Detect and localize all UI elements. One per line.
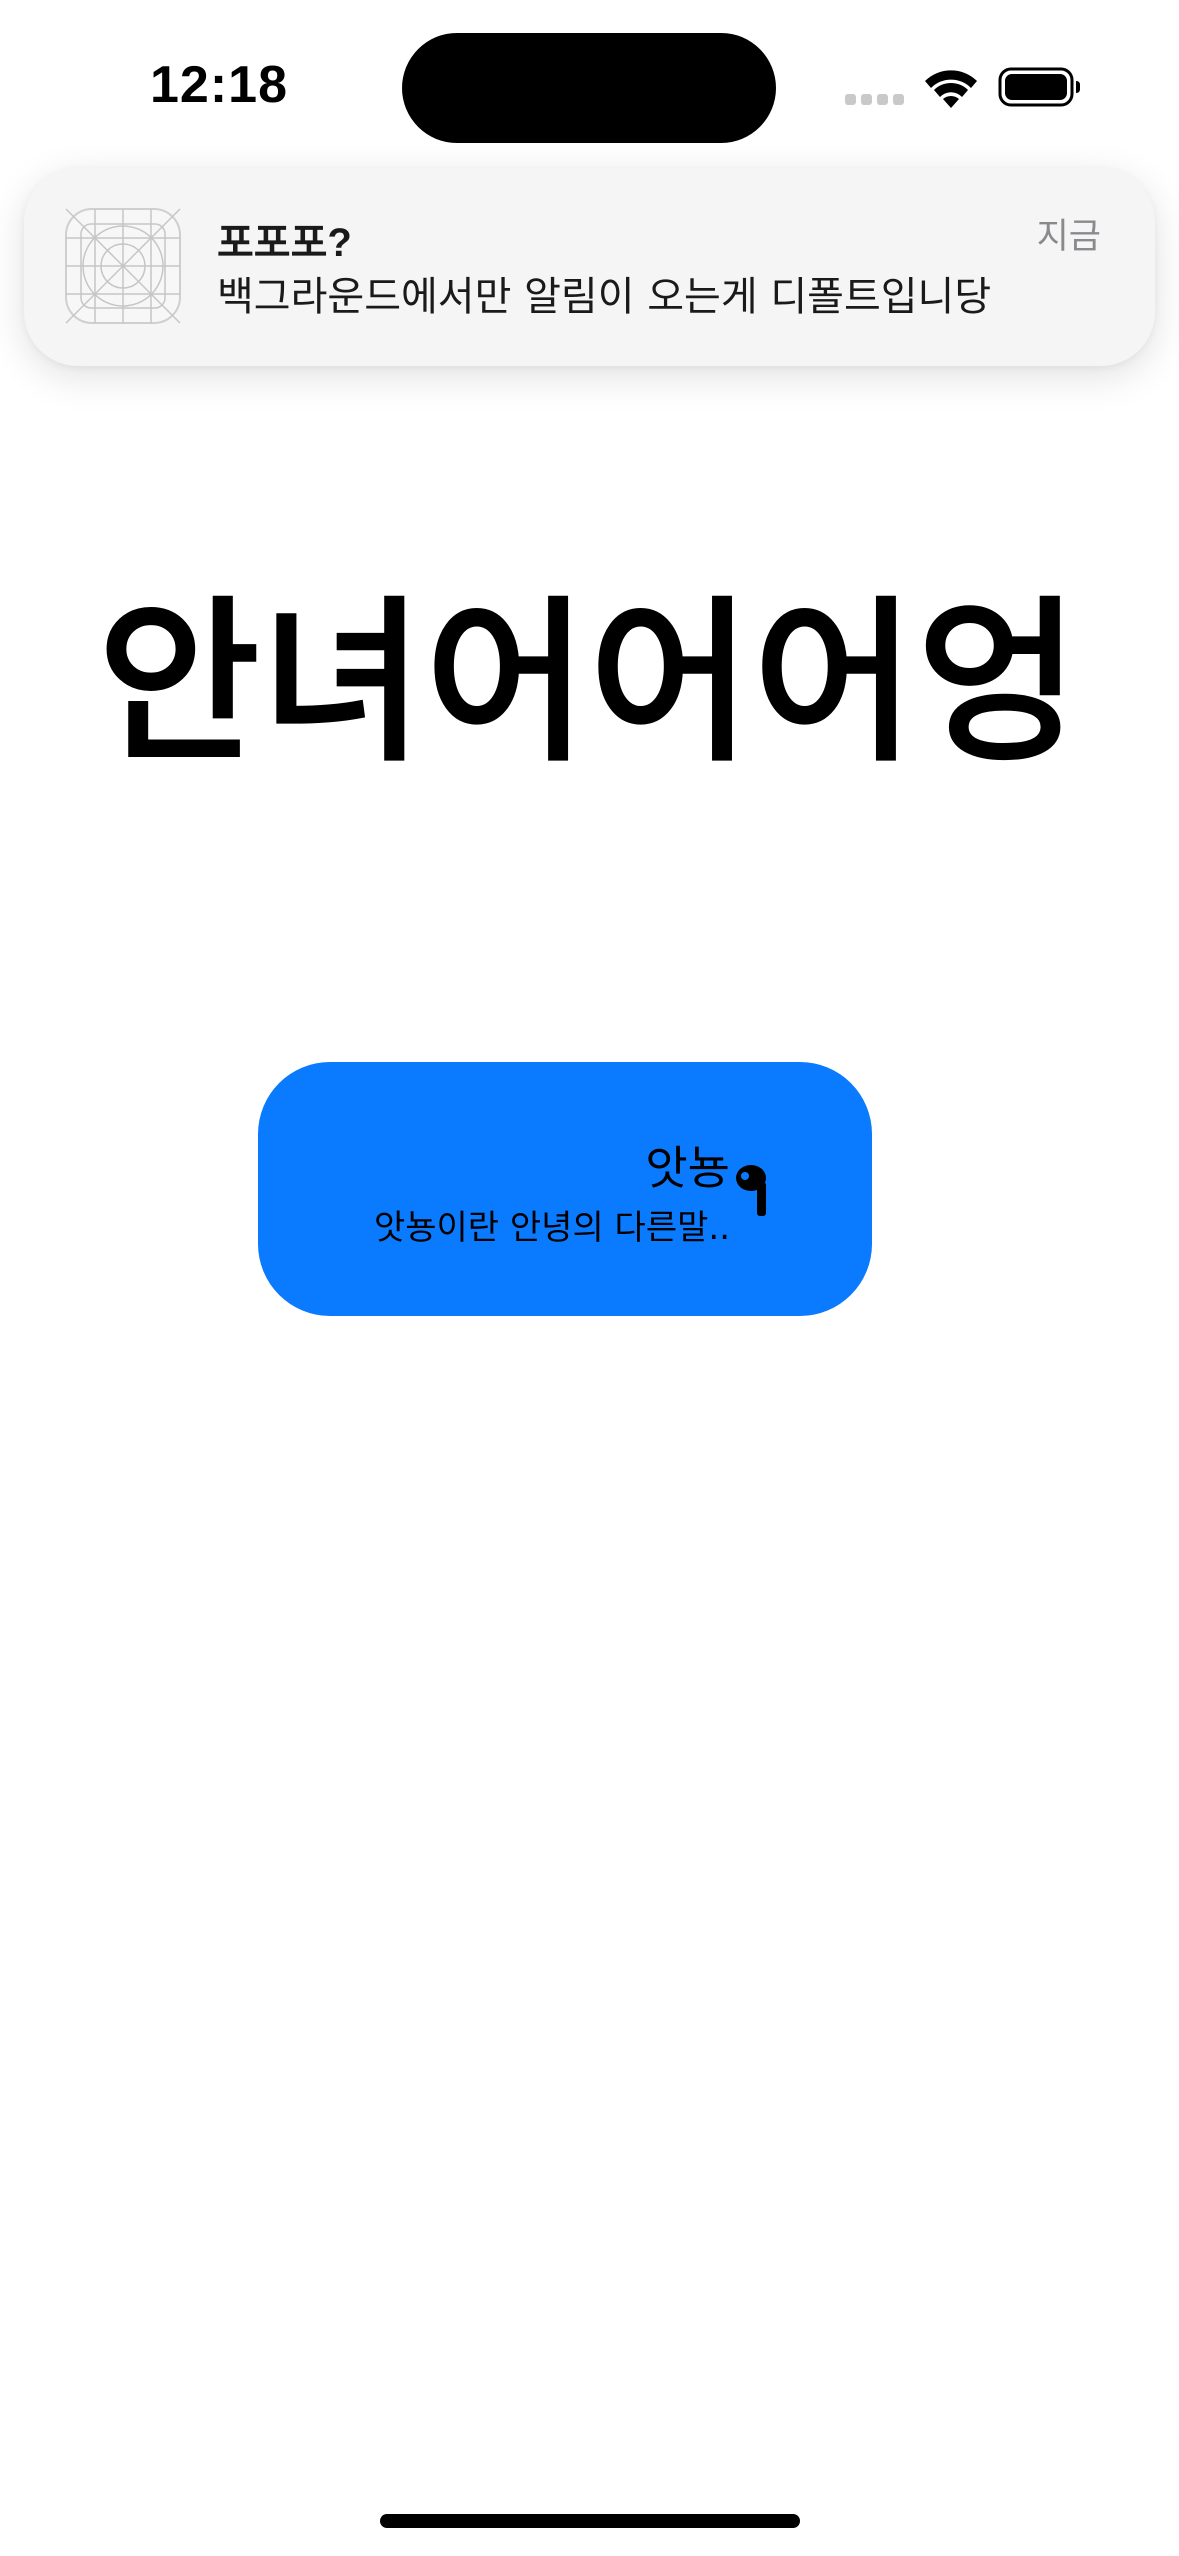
notification-body: 백그라운드에서만 알림이 오는게 디폴트입니당: [217, 274, 992, 320]
app-screen: 12:18 포포포? 백그라운드에서만 알림이 오는게 디폴트입니당 지금 안녀…: [0, 0, 1179, 2556]
notification-title: 포포포?: [217, 221, 352, 265]
button-title: 앗뇽: [645, 1141, 730, 1195]
greet-button[interactable]: 앗뇽 앗뇽이란 안녕의 다른말..: [258, 1062, 872, 1316]
app-icon: [65, 208, 181, 324]
dynamic-island: [402, 33, 776, 143]
wifi-icon: [925, 70, 977, 108]
home-indicator[interactable]: [380, 2514, 800, 2528]
airpod-icon: [736, 1165, 766, 1216]
signal-dots-icon: [845, 94, 905, 108]
battery-icon: [998, 67, 1080, 107]
greeting-heading: 안녀어어어엉: [97, 581, 1082, 786]
button-subtitle: 앗뇽이란 안녕의 다른말..: [373, 1208, 730, 1248]
notification-time: 지금: [1036, 217, 1101, 257]
notification-banner[interactable]: 포포포? 백그라운드에서만 알림이 오는게 디폴트입니당 지금: [24, 168, 1155, 366]
status-time: 12:18: [150, 56, 288, 114]
